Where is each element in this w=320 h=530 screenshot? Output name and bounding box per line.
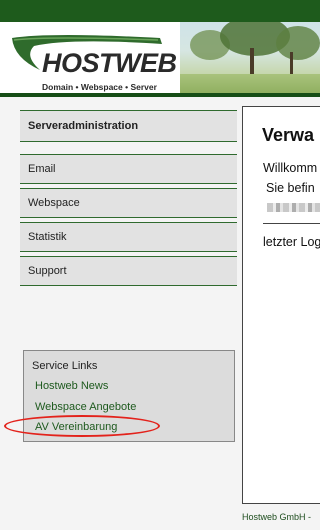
logo-tagline: Domain • Webspace • Server <box>42 82 157 92</box>
service-links-title: Service Links <box>32 360 98 372</box>
main-content: Verwa Willkomm Sie befin letzter Log <box>242 106 320 504</box>
sidebar-header-serveradministration: Serveradministration <box>20 110 237 142</box>
site-header: HOSTWEB Domain • Webspace • Server <box>0 22 320 94</box>
sidebar-item-label: Support <box>28 265 67 277</box>
sidebar-item-label: Webspace <box>28 197 80 209</box>
sidebar-header-label: Serveradministration <box>28 120 139 132</box>
service-link-hostweb-news[interactable]: Hostweb News <box>35 380 108 392</box>
hostweb-logo[interactable]: HOSTWEB Domain • Webspace • Server <box>8 28 180 92</box>
welcome-text: Willkomm <box>263 161 318 175</box>
sidebar-item-webspace[interactable]: Webspace <box>20 188 237 218</box>
redacted-text <box>267 203 320 212</box>
sidebar-item-label: Email <box>28 163 56 175</box>
sidebar-item-label: Statistik <box>28 231 67 243</box>
location-text: Sie befin <box>266 181 315 195</box>
page-title: Verwa <box>262 125 315 145</box>
top-bar <box>0 0 320 22</box>
header-divider <box>0 93 320 97</box>
header-photo <box>180 22 320 94</box>
last-login-text: letzter Log <box>263 235 320 249</box>
sidebar-item-statistik[interactable]: Statistik <box>20 222 237 252</box>
content-divider <box>263 223 320 224</box>
sidebar-item-email[interactable]: Email <box>20 154 237 184</box>
service-link-webspace-angebote[interactable]: Webspace Angebote <box>35 401 136 413</box>
sidebar-item-support[interactable]: Support <box>20 256 237 286</box>
footer-text: Hostweb GmbH - <box>242 512 312 522</box>
highlight-ellipse <box>4 415 160 437</box>
logo-wordmark: HOSTWEB <box>42 48 177 78</box>
